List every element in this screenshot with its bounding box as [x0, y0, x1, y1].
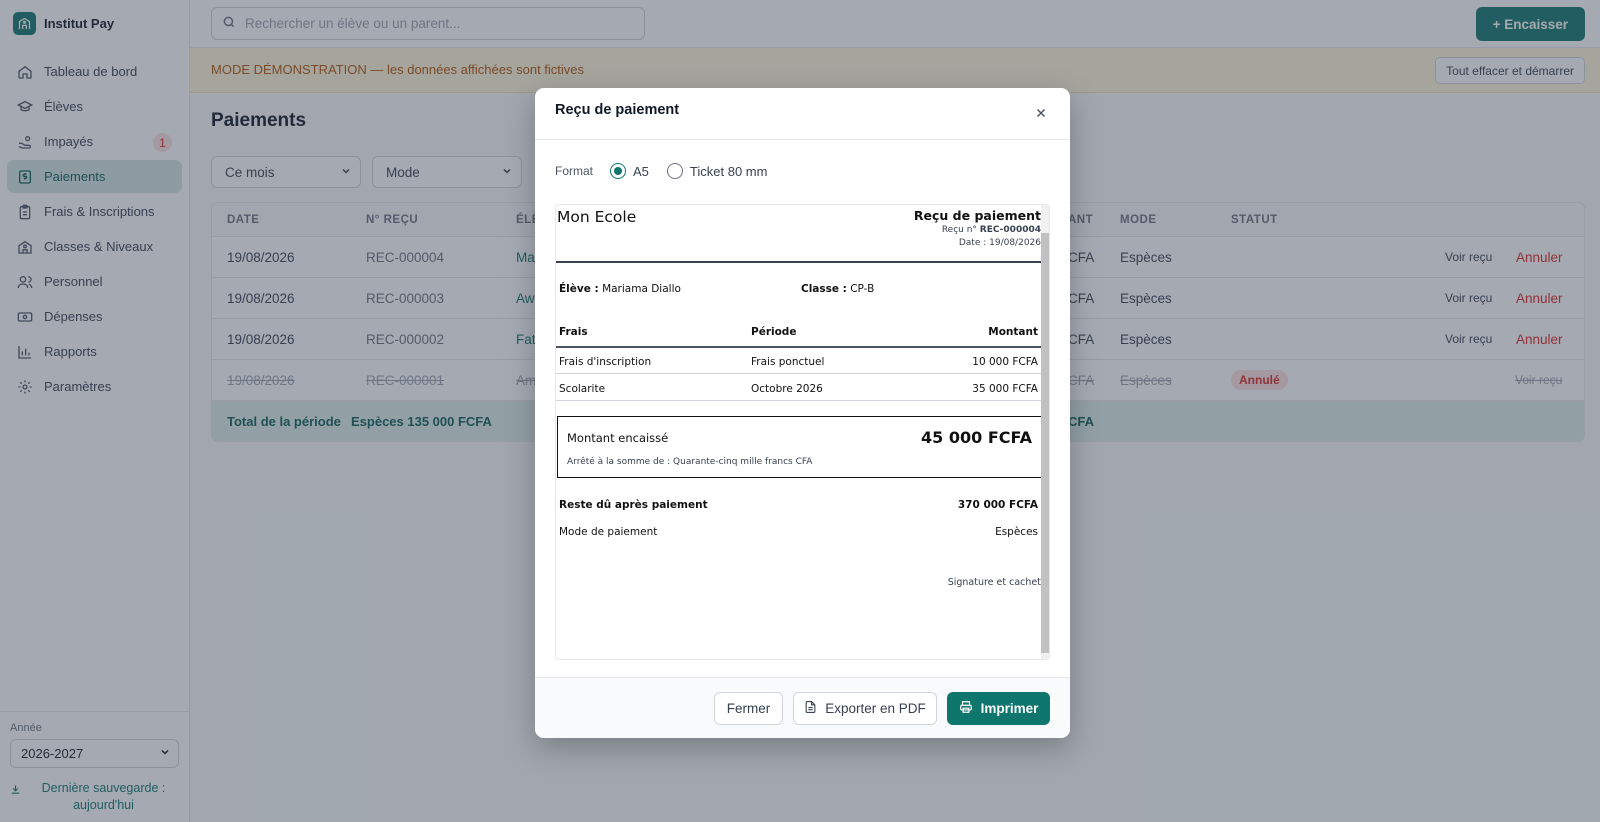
receipt-line-period: Octobre 2026	[751, 383, 823, 395]
printer-icon	[959, 700, 973, 717]
print-button[interactable]: Imprimer	[947, 692, 1050, 725]
receipt-col-amount: Montant	[988, 326, 1038, 338]
format-label: Format	[555, 164, 594, 178]
receipt-student: Élève : Mariama Diallo	[559, 283, 681, 295]
receipt-divider	[556, 373, 1043, 374]
receipt-number: Reçu n° REC-000004	[942, 225, 1041, 235]
receipt-line-amount: 35 000 FCFA	[972, 383, 1038, 395]
receipt-date: Date : 19/08/2026	[958, 238, 1041, 248]
modal-footer: Fermer Exporter en PDF Imprimer	[535, 677, 1070, 738]
receipt-preview[interactable]: Mon Ecole Reçu de paiement Reçu n° REC-0…	[555, 204, 1050, 660]
file-icon	[804, 700, 817, 717]
preview-scrollbar[interactable]	[1041, 205, 1049, 659]
export-pdf-label: Exporter en PDF	[825, 701, 926, 716]
collected-amount: 45 000 FCFA	[921, 428, 1032, 447]
scrollbar-thumb[interactable]	[1041, 233, 1049, 653]
receipt-school-name: Mon Ecole	[557, 208, 637, 226]
receipt-number-label: Reçu n°	[941, 225, 977, 235]
receipt-divider	[556, 400, 1043, 401]
receipt-line-fee: Frais d'inscription	[559, 356, 652, 368]
collected-label: Montant encaissé	[567, 431, 669, 445]
collected-amount-box: Montant encaissé 45 000 FCFA Arrêté à la…	[557, 416, 1042, 478]
class-label: Classe :	[801, 283, 847, 295]
print-label: Imprimer	[980, 701, 1039, 716]
payment-mode-label: Mode de paiement	[559, 526, 658, 538]
close-button-label: Fermer	[726, 701, 771, 716]
receipt-line-period: Frais ponctuel	[751, 356, 825, 368]
close-icon[interactable]	[1032, 104, 1050, 122]
close-button[interactable]: Fermer	[714, 692, 783, 725]
export-pdf-button[interactable]: Exporter en PDF	[793, 692, 937, 725]
signature-label: Signature et cachet	[947, 577, 1041, 588]
remaining-amount: 370 000 FCFA	[957, 499, 1038, 511]
receipt-title: Reçu de paiement	[913, 208, 1041, 223]
format-radio-a5[interactable]	[610, 163, 627, 179]
format-option-ticket[interactable]: Ticket 80 mm	[690, 164, 768, 179]
receipt-col-period: Période	[751, 326, 797, 338]
receipt-modal: Reçu de paiement Format A5 Ticket 80 mm …	[535, 88, 1070, 738]
student-label: Élève :	[559, 283, 599, 295]
student-name: Mariama Diallo	[602, 283, 681, 295]
receipt-line-fee: Scolarite	[559, 383, 606, 395]
receipt-divider	[556, 346, 1043, 348]
class-name: CP-B	[850, 283, 875, 295]
format-option-a5[interactable]: A5	[633, 164, 649, 179]
modal-header: Reçu de paiement	[535, 88, 1070, 140]
receipt-class: Classe : CP-B	[801, 283, 874, 295]
amount-in-words: Arrêté à la somme de : Quarante-cinq mil…	[567, 457, 813, 467]
receipt-divider	[556, 261, 1043, 263]
modal-title: Reçu de paiement	[555, 102, 680, 118]
format-selector: Format A5 Ticket 80 mm	[555, 163, 785, 179]
format-radio-ticket[interactable]	[666, 163, 683, 179]
receipt-line-amount: 10 000 FCFA	[972, 356, 1038, 368]
receipt-number-value: REC-000004	[979, 225, 1041, 235]
receipt-col-fee: Frais	[559, 326, 588, 338]
payment-mode-value: Espèces	[995, 526, 1038, 538]
remaining-label: Reste dû après paiement	[559, 499, 708, 511]
